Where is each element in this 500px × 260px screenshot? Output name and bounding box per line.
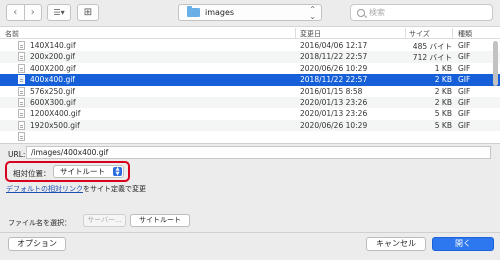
forward-icon[interactable]: ›	[23, 5, 42, 20]
url-field[interactable]: /images/400x400.gif	[26, 146, 491, 159]
relative-label: 相対位置：	[13, 169, 51, 178]
search-field[interactable]: 検索	[350, 4, 493, 21]
scrollbar[interactable]	[493, 41, 498, 86]
folder-icon: ⊞	[83, 7, 93, 18]
column-size[interactable]: サイズ	[409, 29, 430, 39]
open-button[interactable]: 開く	[432, 237, 494, 251]
file-date: 2020/06/26 10:29	[300, 120, 368, 130]
file-size: 5 KB	[434, 120, 452, 130]
gif-file-icon	[18, 109, 25, 119]
list-view-icon: ☰▾	[53, 8, 65, 17]
default-relative-link[interactable]: デフォルトの相対リンク	[6, 185, 83, 193]
folder-icon	[187, 6, 200, 17]
file-name: 576x250.gif	[30, 86, 75, 96]
file-size: 2 KB	[434, 86, 452, 96]
folder-name: images	[205, 8, 235, 17]
column-divider	[295, 28, 296, 38]
file-kind: GIF	[458, 63, 471, 73]
column-name[interactable]: 名前	[5, 29, 19, 39]
gif-file-icon	[18, 52, 25, 62]
column-divider	[452, 28, 453, 38]
relative-select[interactable]: サイトルート ▲ ▼	[53, 165, 124, 178]
default-link-note: デフォルトの相対リンクをサイト定義で変更	[6, 184, 146, 194]
file-kind: GIF	[458, 86, 471, 96]
updown-chevron-icon: ⌃ ⌄	[309, 5, 316, 21]
file-row[interactable]: 600X300.gif 2020/01/13 23:26 2 KB GIF	[0, 96, 500, 109]
search-placeholder: 検索	[369, 8, 385, 17]
select-arrows-icon: ▲ ▼	[113, 167, 122, 176]
file-row[interactable]: 1920x500.gif 2020/06/26 10:29 5 KB GIF	[0, 119, 500, 132]
file-date: 2020/01/13 23:26	[300, 97, 368, 107]
filename-label: ファイル名を選択：	[8, 219, 71, 227]
view-options-button[interactable]: ☰▾	[47, 4, 71, 21]
file-kind: GIF	[458, 75, 471, 85]
folder-popup[interactable]: images ⌃ ⌄	[178, 4, 322, 21]
file-date: 2016/01/15 8:58	[300, 86, 363, 96]
file-date: 2020/06/26 10:29	[300, 63, 368, 73]
back-icon[interactable]: ‹	[7, 5, 24, 20]
file-kind: GIF	[458, 41, 471, 50]
file-name: 200x200.gif	[30, 52, 75, 62]
file-name: 400X200.gif	[30, 63, 76, 73]
toolbar: ‹ › ☰▾ ⊞ images ⌃ ⌄ 検索	[0, 0, 500, 26]
column-header: 名前 変更日 サイズ 種類	[0, 27, 500, 39]
gif-file-icon	[18, 41, 25, 50]
cancel-button[interactable]: キャンセル	[366, 237, 426, 251]
file-row[interactable]: 576x250.gif 2016/01/15 8:58 2 KB GIF	[0, 86, 500, 97]
column-modified[interactable]: 変更日	[300, 29, 321, 39]
server-button[interactable]: サーバー...	[83, 214, 126, 227]
file-date: 2018/11/22 22:57	[300, 75, 368, 85]
file-size: 2 KB	[434, 97, 452, 107]
file-name: 1200X400.gif	[30, 109, 81, 119]
file-row[interactable]: 200x200.gif 2018/11/22 22:57 712 バイト GIF	[0, 51, 500, 63]
column-kind[interactable]: 種類	[458, 29, 472, 39]
file-date: 2018/11/22 22:57	[300, 52, 368, 62]
siteroot-button[interactable]: サイトルート	[130, 214, 190, 227]
file-size: 485 バイト	[412, 42, 452, 51]
gif-file-icon	[18, 97, 25, 107]
file-size: 1 KB	[434, 63, 452, 73]
file-list: 名前 変更日 サイズ 種類 140X140.gif 2016/04/06 12:1…	[0, 26, 500, 144]
gif-file-icon	[18, 132, 25, 142]
new-folder-button[interactable]: ⊞	[77, 4, 99, 21]
options-button[interactable]: オプション	[8, 237, 66, 251]
search-icon	[357, 8, 365, 17]
file-row[interactable]: 1200X400.gif 2020/01/13 23:26 5 KB GIF	[0, 108, 500, 119]
gif-file-icon	[18, 75, 25, 85]
url-label: URL:	[8, 150, 26, 159]
file-name: 140X140.gif	[30, 41, 76, 50]
file-kind: GIF	[458, 109, 471, 119]
file-name: 600X300.gif	[30, 97, 76, 107]
file-kind: GIF	[458, 52, 471, 62]
default-link-rest: をサイト定義で変更	[83, 185, 146, 193]
file-date: 2020/01/13 23:26	[300, 109, 368, 119]
file-kind: GIF	[458, 120, 471, 130]
file-row[interactable]: 400X200.gif 2020/06/26 10:29 1 KB GIF	[0, 63, 500, 74]
file-row[interactable]	[0, 131, 500, 142]
file-size: 712 バイト	[412, 53, 452, 63]
file-name: 400x400.gif	[30, 75, 75, 85]
file-size: 5 KB	[434, 109, 452, 119]
gif-file-icon	[18, 120, 25, 130]
nav-buttons: ‹ ›	[6, 4, 42, 21]
file-date: 2016/04/06 12:17	[300, 41, 368, 50]
file-rows: 140X140.gif 2016/04/06 12:17 485 バイト GIF 200…	[0, 40, 500, 143]
file-row[interactable]: 400x400.gif 2018/11/22 22:57 2 KB GIF	[0, 74, 500, 86]
relative-value: サイトルート	[60, 167, 105, 176]
file-kind: GIF	[458, 97, 471, 107]
file-size: 2 KB	[434, 75, 452, 85]
file-name: 1920x500.gif	[30, 120, 80, 130]
gif-file-icon	[18, 86, 25, 96]
gif-file-icon	[18, 63, 25, 73]
column-divider	[405, 28, 406, 38]
file-row[interactable]: 140X140.gif 2016/04/06 12:17 485 バイト GIF	[0, 40, 500, 51]
